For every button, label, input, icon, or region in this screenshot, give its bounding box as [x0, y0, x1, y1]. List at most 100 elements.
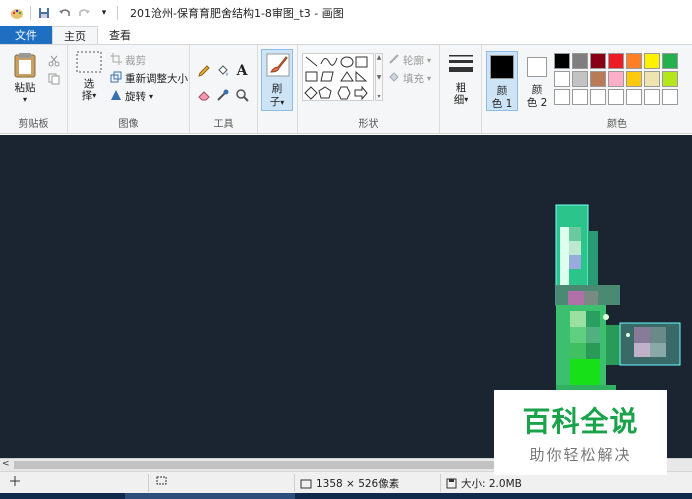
clipboard-group: 粘贴 ▾ 剪贴板 [0, 45, 68, 133]
palette-color-swatch[interactable] [572, 89, 588, 105]
size-group: 粗 细 ▾ [440, 45, 482, 133]
clipboard-group-label: 剪贴板 [18, 119, 49, 130]
fill-label: 填充 [403, 73, 424, 85]
palette-color-swatch[interactable] [572, 53, 588, 69]
rotate-button[interactable]: 旋转 ▾ [110, 89, 153, 104]
selection-size-icon [156, 476, 168, 486]
text-tool-icon[interactable]: A [234, 63, 250, 79]
palette-color-swatch[interactable] [662, 53, 678, 69]
palette-color-swatch[interactable] [554, 53, 570, 69]
outline-icon [388, 53, 400, 68]
color-picker-icon[interactable] [215, 87, 231, 103]
palette-color-swatch[interactable] [644, 53, 660, 69]
scrollbar-thumb[interactable] [14, 461, 574, 469]
file-size-text: 大小: 2.0MB [461, 478, 522, 490]
color-1-swatch [490, 55, 514, 79]
redo-icon[interactable] [77, 6, 91, 20]
taskbar [0, 493, 692, 499]
tab-view[interactable]: 查看 [98, 26, 142, 44]
taskbar-app-button[interactable] [125, 493, 295, 499]
palette-color-swatch[interactable] [590, 53, 606, 69]
rotate-icon [110, 89, 122, 104]
palette-color-swatch[interactable] [590, 89, 606, 105]
tab-home[interactable]: 主页 [52, 26, 98, 44]
scroll-left-icon[interactable]: < [2, 459, 10, 469]
palette-color-swatch[interactable] [626, 71, 642, 87]
watermark-main-text: 百科全说 [522, 405, 639, 438]
image-group: 选 择 ▾ 裁剪 重新调整大小 旋转 ▾ 图像 [68, 45, 190, 133]
chevron-down-icon: ▾ [149, 92, 154, 101]
palette-color-swatch[interactable] [608, 89, 624, 105]
brushes-button[interactable]: 刷 子▾ [261, 49, 293, 111]
palette-color-swatch[interactable] [608, 71, 624, 87]
shapes-gallery-icons [304, 56, 368, 101]
tab-file[interactable]: 文件 [0, 26, 52, 44]
select-button[interactable]: 选 择 ▾ [74, 51, 104, 102]
scroll-down-icon[interactable]: ▼ [377, 74, 382, 81]
brush-icon [266, 53, 290, 80]
quick-access-separator [30, 6, 31, 20]
outline-label: 轮廓 [403, 55, 424, 67]
crop-button[interactable]: 裁剪 [110, 53, 146, 68]
color-2-label-bottom: 色 2 [526, 97, 548, 109]
shapes-scrollbar[interactable]: ▲ ▼ ▾ [375, 53, 383, 101]
palette-color-swatch[interactable] [662, 89, 678, 105]
fill-bucket-icon[interactable] [215, 63, 231, 79]
chevron-down-icon: ▾ [464, 95, 469, 104]
scroll-up-icon[interactable]: ▲ [377, 54, 382, 61]
tools-group: A 工具 [190, 45, 258, 133]
pencil-icon[interactable] [196, 63, 212, 79]
disk-icon [446, 478, 457, 489]
paint-app-icon [10, 6, 24, 20]
resize-button[interactable]: 重新调整大小 [110, 71, 188, 86]
status-separator [440, 474, 441, 492]
shapes-group: ▲ ▼ ▾ 轮廓 ▾ 填充 ▾ 形状 [298, 45, 440, 133]
image-dimensions-text: 1358 × 526像素 [316, 478, 400, 490]
file-size: 大小: 2.0MB [446, 476, 522, 491]
size-label-top: 粗 [455, 82, 467, 94]
size-button[interactable]: 粗 细 ▾ [446, 53, 476, 106]
fill-icon [388, 71, 400, 86]
palette-color-swatch[interactable] [644, 71, 660, 87]
palette-color-swatch[interactable] [626, 53, 642, 69]
image-group-label: 图像 [118, 119, 139, 130]
paste-label: 粘贴 [14, 82, 36, 94]
color-1-label-bottom: 色 1 [491, 98, 513, 110]
magnifier-icon[interactable] [234, 87, 250, 103]
cut-icon[interactable] [46, 53, 62, 69]
palette-color-swatch[interactable] [644, 89, 660, 105]
watermark-logo: 百科全说 助你轻松解决 [494, 390, 667, 475]
outline-button[interactable]: 轮廓 ▾ [388, 53, 431, 68]
resize-label: 重新调整大小 [125, 73, 188, 85]
save-icon[interactable] [37, 6, 51, 20]
selection-rect-icon [76, 51, 102, 76]
palette-color-swatch[interactable] [572, 71, 588, 87]
drawing-shape [555, 204, 681, 405]
fill-button[interactable]: 填充 ▾ [388, 71, 431, 86]
line-width-icon [447, 53, 475, 78]
palette-color-swatch[interactable] [662, 71, 678, 87]
palette-color-swatch[interactable] [590, 71, 606, 87]
clipboard-icon [13, 51, 37, 82]
shapes-group-label: 形状 [358, 119, 379, 130]
customize-quick-access-icon[interactable]: ▾ [97, 6, 111, 20]
undo-icon[interactable] [57, 6, 71, 20]
copy-icon[interactable] [46, 71, 62, 87]
color-palette [554, 53, 678, 105]
crop-icon [110, 53, 122, 68]
palette-color-swatch[interactable] [608, 53, 624, 69]
shapes-gallery[interactable] [302, 53, 374, 101]
title-bar: ▾ 201沧州-保育育肥舍结构1-8审图_t3 - 画图 [0, 0, 692, 26]
chevron-down-icon: ▾ [22, 95, 27, 104]
palette-color-swatch[interactable] [626, 89, 642, 105]
image-dimensions: 1358 × 526像素 [300, 476, 399, 491]
color-1-button[interactable]: 颜 色 1 [486, 51, 518, 111]
palette-color-swatch[interactable] [554, 71, 570, 87]
chevron-down-icon: ▾ [92, 91, 97, 100]
expand-gallery-icon[interactable]: ▾ [377, 93, 380, 100]
color-2-button[interactable]: 颜 色 2 [522, 51, 552, 111]
eraser-icon[interactable] [196, 87, 212, 103]
palette-color-swatch[interactable] [554, 89, 570, 105]
watermark-sub-text: 助你轻松解决 [529, 446, 632, 464]
paste-button[interactable]: 粘贴 ▾ [10, 51, 40, 106]
